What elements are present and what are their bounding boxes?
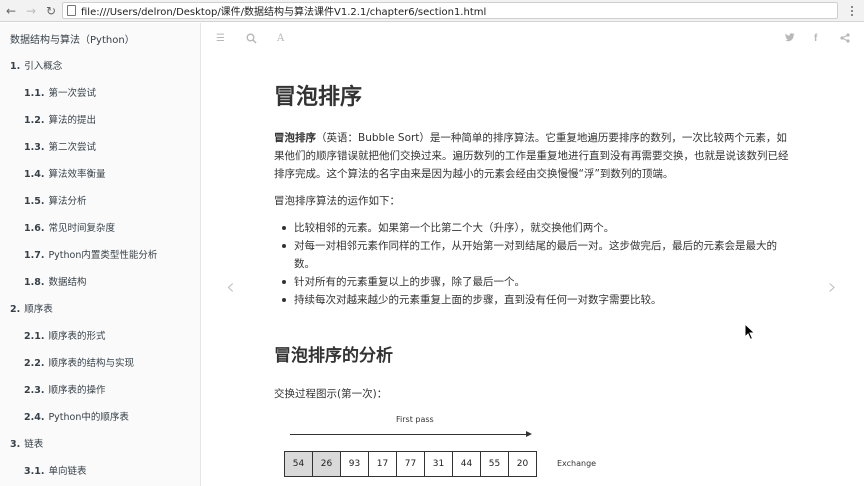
sidebar-item-number: 1.7. <box>24 250 45 261</box>
sidebar-item-label: 算法分析 <box>48 196 87 207</box>
book-title[interactable]: 数据结构与算法（Python） <box>0 23 200 53</box>
sidebar-item-number: 1. <box>10 61 21 72</box>
sidebar-item[interactable]: 2.4. Python中的顺序表 <box>0 404 200 431</box>
sidebar-item-label: 常见时间复杂度 <box>48 223 115 234</box>
reload-button[interactable]: ↻ <box>42 2 60 20</box>
sidebar-item[interactable]: 1.5. 算法分析 <box>0 188 200 215</box>
array-cell: 77 <box>396 451 425 477</box>
url-text: file:///Users/delron/Desktop/课件/数据结构与算法课… <box>81 7 487 18</box>
sidebar-item[interactable]: 2.3. 顺序表的操作 <box>0 377 200 404</box>
sidebar-item[interactable]: 2.1. 顺序表的形式 <box>0 323 200 350</box>
sidebar-item[interactable]: 1.1. 第一次尝试 <box>0 80 200 107</box>
sidebar-item-label: 顺序表的结构与实现 <box>48 358 134 369</box>
sidebar-item-number: 2.3. <box>24 385 45 396</box>
sidebar-item[interactable]: 1. 引入概念 <box>0 53 200 80</box>
array-cells: 54 26 93 17 77 31 44 55 20 <box>284 451 537 477</box>
sidebar-item-number: 1.5. <box>24 196 45 207</box>
array-cell: 55 <box>480 451 509 477</box>
array-cell: 31 <box>424 451 453 477</box>
sidebar-item-number: 1.6. <box>24 223 45 234</box>
sidebar-item-label: 顺序表的操作 <box>48 385 106 396</box>
sidebar-item[interactable]: 1.4. 算法效率衡量 <box>0 161 200 188</box>
sidebar-item-label: Python内置类型性能分析 <box>48 250 158 261</box>
intro-term: 冒泡排序 <box>274 132 316 144</box>
array-cell: 26 <box>312 451 341 477</box>
sidebar-item-number: 1.4. <box>24 169 45 180</box>
facebook-icon[interactable]: f <box>814 33 817 44</box>
previous-page-icon[interactable]: ‹ <box>226 275 235 300</box>
pass-label: First pass <box>396 415 434 424</box>
sidebar-item[interactable]: 2.2. 顺序表的结构与实现 <box>0 350 200 377</box>
sidebar-item-number: 2.2. <box>24 358 45 369</box>
sidebar-item-number: 1.8. <box>24 277 45 288</box>
sidebar-item-label: 算法的提出 <box>48 115 96 126</box>
sidebar-item-label: 第一次尝试 <box>48 88 96 99</box>
twitter-icon[interactable] <box>785 33 795 45</box>
sidebar-item-number: 2. <box>10 304 21 315</box>
section-heading: 冒泡排序的分析 <box>274 346 393 366</box>
sidebar-item-number: 3.1. <box>24 466 45 477</box>
page-icon <box>67 5 76 16</box>
share-icon[interactable] <box>840 33 850 46</box>
sidebar-item-label: 顺序表的形式 <box>48 331 106 342</box>
address-bar[interactable]: file:///Users/delron/Desktop/课件/数据结构与算法课… <box>62 2 838 19</box>
operation-heading: 冒泡排序算法的运作如下： <box>274 195 400 207</box>
sidebar-item-label: 引入概念 <box>24 61 63 72</box>
array-cell: 44 <box>452 451 481 477</box>
figure-caption: 交换过程图示(第一次)： <box>274 388 388 400</box>
list-item: 对每一对相邻元素作同样的工作，从开始第一对到结尾的最后一对。这步做完后，最后的元… <box>274 237 794 273</box>
sidebar-item-label: 顺序表 <box>24 304 53 315</box>
sidebar: 数据结构与算法（Python） 1. 引入概念 1.1. 第一次尝试 1.2. 算法的提出… <box>0 23 201 486</box>
sidebar-item-number: 2.4. <box>24 412 45 423</box>
sidebar-item[interactable]: 1.7. Python内置类型性能分析 <box>0 242 200 269</box>
sidebar-item-label: 链表 <box>24 439 44 450</box>
page-title: 冒泡排序 <box>274 85 363 110</box>
sidebar-item[interactable]: 2. 顺序表 <box>0 296 200 323</box>
steps-list: 比较相邻的元素。如果第一个比第二个大（升序），就交换他们两个。 对每一对相邻元素作… <box>274 219 794 309</box>
array-cell: 17 <box>368 451 397 477</box>
table-of-contents: 1. 引入概念 1.1. 第一次尝试 1.2. 算法的提出 1.3. 第二次尝试 1.4. 算法效… <box>0 53 200 485</box>
list-item: 比较相邻的元素。如果第一个比第二个大（升序），就交换他们两个。 <box>274 219 794 237</box>
sidebar-item[interactable]: 3. 链表 <box>0 431 200 458</box>
sidebar-item-number: 1.3. <box>24 142 45 153</box>
arrow-icon <box>290 431 532 437</box>
array-cell: 20 <box>508 451 537 477</box>
sidebar-item[interactable]: 3.1. 单向链表 <box>0 458 200 485</box>
sidebar-item[interactable]: 1.3. 第二次尝试 <box>0 134 200 161</box>
intro-text: （英语：Bubble Sort）是一种简单的排序算法。它重复地遍历要排序的数列，… <box>274 132 789 180</box>
font-settings-icon[interactable]: A <box>277 33 284 44</box>
sidebar-item-number: 3. <box>10 439 21 450</box>
array-cell: 54 <box>284 451 313 477</box>
list-item: 针对所有的元素重复以上的步骤，除了最后一个。 <box>274 273 794 291</box>
sidebar-item-number: 1.1. <box>24 88 45 99</box>
main-content: ☰ A f ‹ › 冒泡排序 冒泡排序（英语：Bubble Sort）是一种简单… <box>202 23 864 486</box>
menu-icon[interactable]: ☰ <box>216 33 225 44</box>
sidebar-item-number: 2.1. <box>24 331 45 342</box>
bubble-sort-figure: First pass 54 26 93 17 77 31 44 55 20 Exchange <box>274 411 634 486</box>
sidebar-item[interactable]: 1.8. 数据结构 <box>0 269 200 296</box>
sidebar-item-label: 算法效率衡量 <box>48 169 106 180</box>
browser-menu-button[interactable] <box>844 3 860 19</box>
search-icon[interactable] <box>246 33 257 47</box>
browser-toolbar: ← → ↻ file:///Users/delron/Desktop/课件/数据… <box>0 0 864 22</box>
back-button[interactable]: ← <box>2 2 20 20</box>
intro-paragraph: 冒泡排序（英语：Bubble Sort）是一种简单的排序算法。它重复地遍历要排序… <box>274 129 794 183</box>
sidebar-item-label: 单向链表 <box>48 466 87 477</box>
sidebar-item-number: 1.2. <box>24 115 45 126</box>
forward-button[interactable]: → <box>22 2 40 20</box>
array-cell: 93 <box>340 451 369 477</box>
sidebar-item-label: Python中的顺序表 <box>48 412 129 423</box>
sidebar-item-label: 第二次尝试 <box>48 142 96 153</box>
exchange-label: Exchange <box>557 459 597 468</box>
sidebar-item[interactable]: 1.6. 常见时间复杂度 <box>0 215 200 242</box>
sidebar-item[interactable]: 1.2. 算法的提出 <box>0 107 200 134</box>
sidebar-item-label: 数据结构 <box>48 277 87 288</box>
list-item: 持续每次对越来越少的元素重复上面的步骤，直到没有任何一对数字需要比较。 <box>274 291 794 309</box>
next-page-icon[interactable]: › <box>828 275 837 300</box>
